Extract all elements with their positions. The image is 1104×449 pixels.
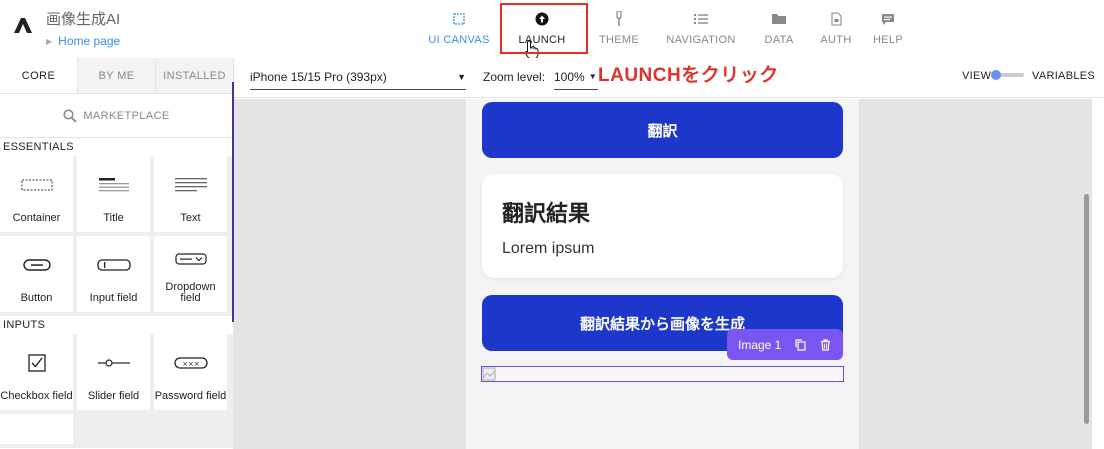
device-select[interactable]: iPhone 15/15 Pro (393px) ▼ [250, 64, 466, 90]
translate-button[interactable]: 翻訳 [482, 102, 843, 158]
component-dropdown-field[interactable]: Dropdown field [154, 236, 227, 312]
breadcrumb-page[interactable]: Home page [58, 34, 120, 48]
result-card[interactable]: 翻訳結果 Lorem ipsum [482, 174, 843, 278]
inputs-grid: Checkbox field Slider field ××× Password… [0, 334, 233, 448]
caret-down-icon: ▼ [457, 71, 466, 82]
components-panel: CORE BY ME INSTALLED MARKETPLACE ESSENTI… [0, 58, 234, 449]
tab-core[interactable]: CORE [0, 58, 77, 93]
ui-canvas: 翻訳 翻訳結果 Lorem ipsum 翻訳結果から画像を生成 Image 1 [234, 99, 1104, 449]
search-icon [63, 108, 77, 123]
copy-icon[interactable] [795, 338, 806, 351]
app-title: 画像生成AI [46, 11, 121, 28]
broken-image-icon [482, 367, 496, 381]
caret-down-icon: ▼ [588, 72, 597, 81]
nav-navigation[interactable]: NAVIGATION [652, 0, 750, 58]
component-slider-field[interactable]: Slider field [77, 334, 150, 410]
breadcrumb[interactable]: ▶ Home page [46, 34, 120, 48]
slider-icon [97, 334, 130, 391]
folder-icon [771, 10, 787, 28]
nav-help[interactable]: HELP [864, 0, 912, 58]
main-nav: UI CANVAS LAUNCH THEME NAVIGATION DATA A… [420, 0, 912, 60]
component-container[interactable]: Container [0, 156, 73, 232]
component-title[interactable]: Title [77, 156, 150, 232]
container-icon [21, 156, 53, 213]
zoom-label: Zoom level: [483, 70, 546, 84]
text-icon [174, 156, 207, 213]
tab-by-me[interactable]: BY ME [77, 58, 155, 93]
checkbox-icon [27, 334, 46, 391]
view-variables-toggle[interactable] [991, 70, 1024, 80]
image-selection-tag[interactable]: Image 1 [727, 329, 843, 360]
svg-text:×××: ××× [182, 360, 200, 368]
component-checkbox-field[interactable]: Checkbox field [0, 334, 73, 410]
input-field-icon [96, 236, 131, 293]
nav-theme[interactable]: THEME [586, 0, 652, 58]
caret-right-icon: ▶ [46, 36, 53, 46]
instruction-annotation: LAUNCHをクリック [598, 65, 779, 86]
marketplace-link[interactable]: MARKETPLACE [0, 94, 233, 138]
button-icon [22, 236, 51, 293]
trash-icon[interactable] [820, 338, 831, 351]
list-icon [694, 10, 708, 28]
zoom-select[interactable]: 100% ▼ [554, 64, 598, 90]
canvas-scrollbar[interactable] [1084, 194, 1089, 424]
component-password-field[interactable]: ××× Password field [154, 334, 227, 410]
component-button[interactable]: Button [0, 236, 73, 312]
brush-icon [615, 10, 623, 28]
document-lock-icon [830, 10, 842, 28]
logo-icon[interactable] [12, 16, 34, 34]
component-input-field[interactable]: Input field [77, 236, 150, 312]
essentials-grid: Container Title Text Button Input field … [0, 156, 233, 316]
component-text[interactable]: Text [154, 156, 227, 232]
password-field-icon: ××× [173, 334, 208, 391]
chat-icon [881, 10, 895, 28]
toggle-knob[interactable] [991, 70, 1001, 80]
nav-auth[interactable]: AUTH [808, 0, 864, 58]
variables-label: VARIABLES [1032, 70, 1096, 82]
image-placeholder[interactable] [481, 366, 844, 382]
card-body: Lorem ipsum [502, 240, 595, 257]
dropdown-field-icon [174, 236, 207, 282]
right-rail [1092, 99, 1104, 449]
inputs-heading: INPUTS [0, 316, 233, 334]
title-icon [98, 156, 129, 213]
nav-ui-canvas[interactable]: UI CANVAS [420, 0, 498, 58]
view-label: VIEW [962, 70, 992, 82]
canvas-icon [453, 10, 465, 28]
component-more[interactable] [0, 414, 73, 444]
essentials-heading: ESSENTIALS [0, 138, 233, 156]
card-title: 翻訳結果 [502, 201, 591, 226]
nav-data[interactable]: DATA [750, 0, 808, 58]
image-tag-label: Image 1 [738, 337, 782, 352]
phone-screen: 翻訳 翻訳結果 Lorem ipsum 翻訳結果から画像を生成 Image 1 [466, 99, 859, 449]
launch-highlight-box [500, 3, 588, 54]
tab-installed[interactable]: INSTALLED [155, 58, 233, 93]
panel-tabs: CORE BY ME INSTALLED [0, 58, 233, 94]
